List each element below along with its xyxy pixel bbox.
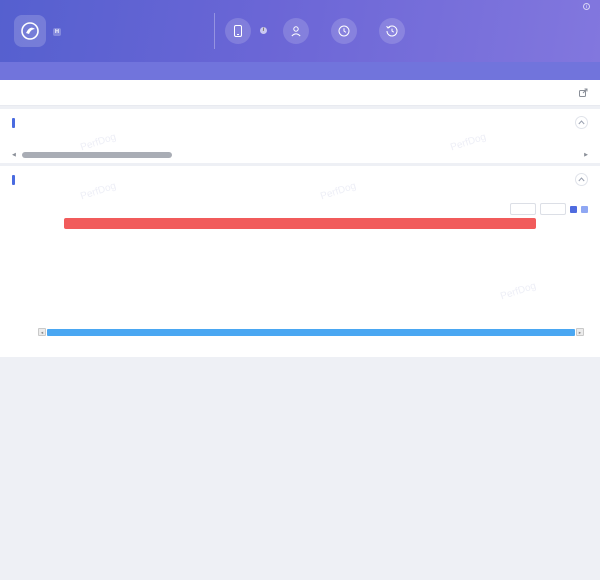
- overview-card: PerfDogPerfDog ◀ ▶: [0, 109, 600, 163]
- export-button[interactable]: [576, 88, 588, 97]
- fps-collapse-button[interactable]: [575, 173, 588, 186]
- harmony-icon: H: [53, 28, 61, 36]
- upload-time-info: [379, 18, 411, 44]
- scroll-left-icon[interactable]: ◀: [12, 153, 16, 158]
- labels-table-scrollbar[interactable]: ◀ ▶: [12, 151, 588, 159]
- divider: [214, 13, 215, 49]
- person-icon: [283, 18, 309, 44]
- scroll-right-icon[interactable]: ▶: [584, 153, 588, 158]
- clock-icon: [331, 18, 357, 44]
- chart-scroll-right-handle[interactable]: ►: [576, 328, 584, 336]
- app-info: H: [14, 15, 204, 47]
- history-icon: [379, 18, 405, 44]
- session-header: i H i: [0, 0, 600, 62]
- threshold-color-swatch-2[interactable]: [581, 206, 588, 213]
- section-accent-bar: [12, 175, 15, 185]
- overview-collapse-button[interactable]: [575, 116, 588, 129]
- label1-range-banner: [64, 218, 536, 229]
- remark-input[interactable]: [0, 62, 600, 80]
- chart-scroll-track[interactable]: [47, 329, 575, 336]
- fps-chart: [12, 230, 588, 322]
- fps-threshold-input-2[interactable]: [540, 203, 566, 215]
- duration-info: [331, 18, 363, 44]
- section-tabbar: [0, 80, 600, 106]
- section-accent-bar: [12, 118, 15, 128]
- phone-icon: [225, 18, 251, 44]
- fps-threshold-controls: [506, 203, 588, 215]
- fps-card: PerfDogPerfDogPerfDog ◄ ►: [0, 166, 600, 357]
- chart-scroll-left-handle[interactable]: ◄: [38, 328, 46, 336]
- scroll-thumb[interactable]: [22, 152, 172, 158]
- chart-scrollbar[interactable]: ◄ ►: [38, 328, 584, 336]
- collector-version: i: [583, 3, 592, 10]
- info-icon: i: [583, 3, 590, 10]
- device-info: i: [225, 18, 267, 44]
- threshold-color-swatch-1[interactable]: [570, 206, 577, 213]
- export-icon: [579, 88, 588, 97]
- creator-info: [283, 18, 315, 44]
- device-info-icon[interactable]: i: [260, 27, 267, 34]
- fps-threshold-input-1[interactable]: [510, 203, 536, 215]
- app-icon: [14, 15, 46, 47]
